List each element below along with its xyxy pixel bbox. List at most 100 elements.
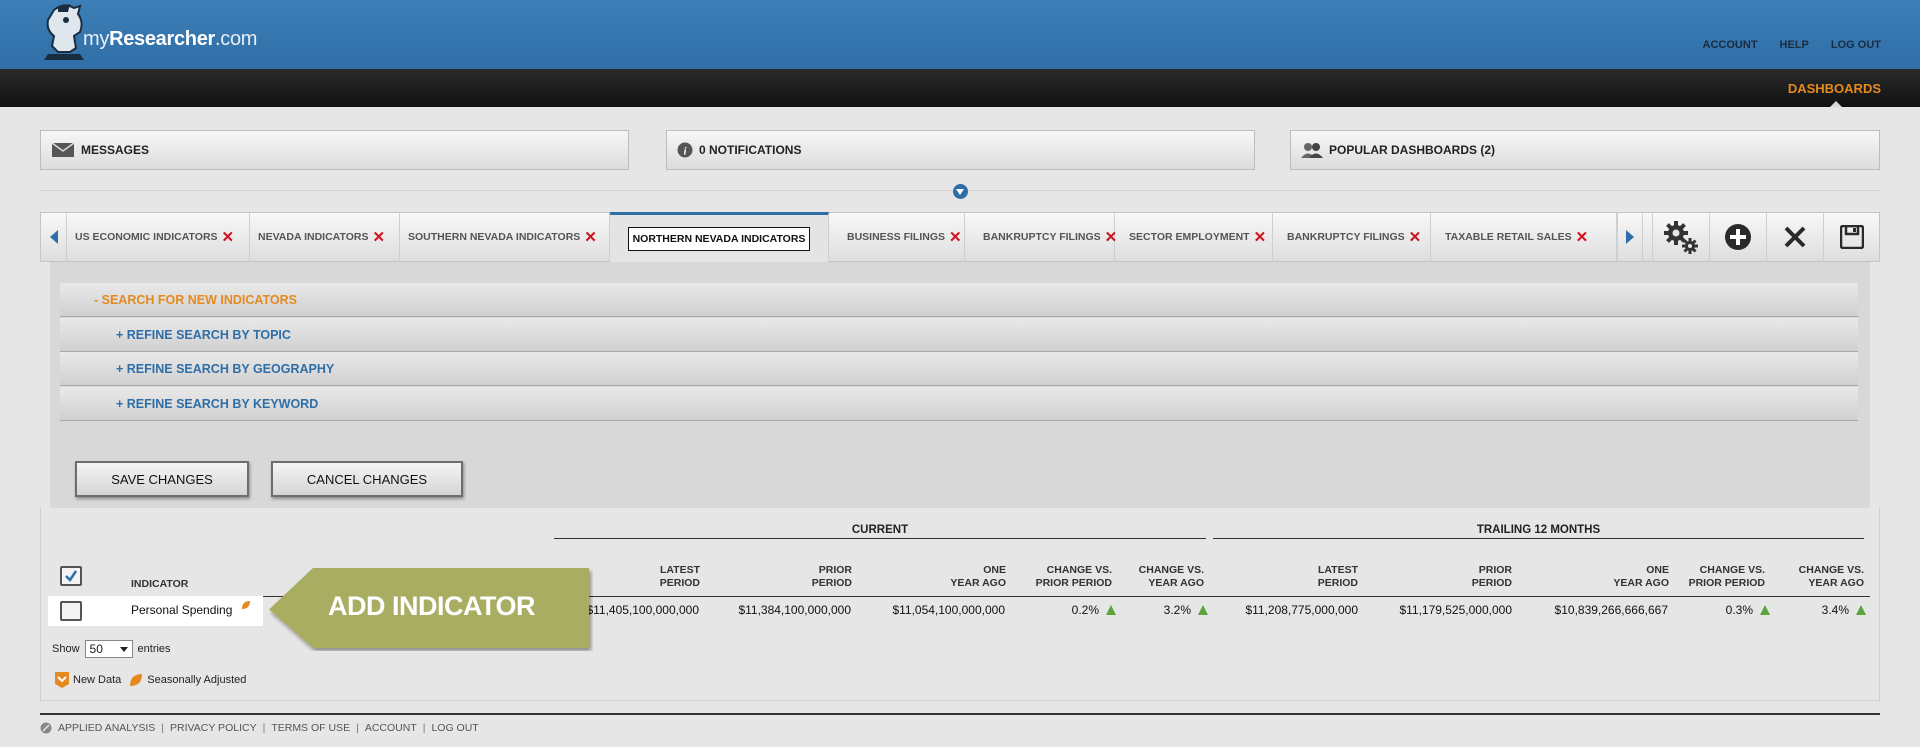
new-data-badge-icon [55,672,69,688]
trailing-change-prior-header: CHANGE VS. PRIOR PERIOD [1688,564,1765,589]
messages-label: MESSAGES [81,143,150,157]
footer-privacy-link[interactable]: PRIVACY POLICY [170,722,257,734]
help-link[interactable]: HELP [1780,39,1809,51]
tabs-scroll-right-button[interactable] [1617,213,1643,261]
entries-label: entries [137,643,171,655]
check-icon [65,570,78,582]
main-nav-bar [0,69,1920,107]
researcher-dog-logo-icon[interactable] [40,2,88,64]
dashboard-tab-bar: US ECONOMIC INDICATORS ✕ NEVADA INDICATOR… [40,212,1880,262]
footer-applied-analysis-link[interactable]: APPLIED ANALYSIS [58,722,155,734]
floppy-disk-icon [1840,225,1864,249]
tab-southern-nevada-indicators[interactable]: SOUTHERN NEVADA INDICATORS ✕ [400,213,610,261]
row-select-checkbox[interactable] [60,601,82,621]
messages-panel[interactable]: MESSAGES [40,130,629,170]
tab-label: US ECONOMIC INDICATORS [75,231,218,243]
tab-nevada-indicators[interactable]: NEVADA INDICATORS ✕ [250,213,400,261]
close-tab-icon[interactable]: ✕ [949,230,962,245]
popular-dashboards-panel[interactable]: POPULAR DASHBOARDS (2) [1290,130,1880,170]
brand-name[interactable]: myResearcher.com [83,28,257,51]
tab-taxable-retail-sales[interactable]: TAXABLE RETAIL SALES ✕ [1431,213,1617,261]
cancel-changes-button[interactable]: CANCEL CHANGES [271,461,463,497]
tab-label: NORTHERN NEVADA INDICATORS [627,226,811,251]
footer-account-link[interactable]: ACCOUNT [365,722,417,734]
add-dashboard-button[interactable] [1709,213,1766,261]
logout-link[interactable]: LOG OUT [1831,39,1881,51]
dashboards-link[interactable]: DASHBOARDS [1788,81,1881,96]
entries-select[interactable]: 50 [84,640,133,658]
close-tab-icon[interactable]: ✕ [584,230,597,245]
footer-separator: | [161,722,165,734]
tab-bankruptcy-filings[interactable]: BANKRUPTCY FILINGS ✕ [965,213,1117,261]
close-tab-icon[interactable]: ✕ [1576,230,1589,245]
trailing-prior-cell: $11,179,525,000,000 [1399,603,1512,617]
current-year-ago-cell: $11,054,100,000,000 [892,603,1005,617]
current-change-year-cell: 3.2% [1112,603,1208,617]
current-group-rule [554,538,1206,539]
footer-separator: | [356,722,359,734]
site-header: myResearcher.com ACCOUNT HELP LOG OUT [0,0,1920,69]
dashboard-settings-button[interactable] [1652,213,1709,261]
current-change-prior-cell: 0.2% [1020,603,1116,617]
indicator-name-cell[interactable]: Personal Spending [131,603,232,617]
expand-panels-icon[interactable] [953,184,968,199]
plus-circle-icon [1725,224,1751,250]
refine-by-topic-toggle[interactable]: + REFINE SEARCH BY TOPIC [60,318,1858,352]
current-prior-cell: $11,384,100,000,000 [738,603,851,617]
tab-label: SOUTHERN NEVADA INDICATORS [408,231,581,243]
footer-terms-link[interactable]: TERMS OF USE [271,722,350,734]
close-tab-icon[interactable]: ✕ [372,230,385,245]
tab-business-filings[interactable]: BUSINESS FILINGS ✕ [829,213,965,261]
seasonally-adjusted-icon [130,674,143,686]
trailing-change-prior-cell: 0.3% [1674,603,1770,617]
tab-label: TAXABLE RETAIL SALES [1445,231,1572,243]
save-changes-button[interactable]: SAVE CHANGES [75,461,249,497]
tab-label: NEVADA INDICATORS [258,231,369,243]
top-nav: ACCOUNT HELP LOG OUT [1703,39,1881,51]
account-link[interactable]: ACCOUNT [1703,39,1758,51]
footer-logout-link[interactable]: LOG OUT [431,722,478,734]
tab-bankruptcy-filings-2[interactable]: BANKRUPTCY FILINGS ✕ [1273,213,1431,261]
show-entries-control: Show 50 entries [52,640,171,658]
current-latest-header: LATEST PERIOD [659,564,700,589]
current-prior-header: PRIOR PERIOD [811,564,852,589]
trailing-group-header: TRAILING 12 MONTHS [1476,524,1601,536]
search-new-indicators-toggle[interactable]: - SEARCH FOR NEW INDICATORS [60,283,1858,317]
tabs-scroll-left-button[interactable] [41,213,67,261]
tab-sector-employment[interactable]: SECTOR EMPLOYMENT ✕ [1115,213,1273,261]
trailing-change-year-header: CHANGE VS. YEAR AGO [1798,564,1864,589]
close-icon [1784,226,1806,248]
close-tab-icon[interactable]: ✕ [1409,230,1422,245]
trailing-change-year-cell: 3.4% [1770,603,1866,617]
refine-by-geography-toggle[interactable]: + REFINE SEARCH BY GEOGRAPHY [60,352,1858,386]
new-data-label: New Data [73,674,122,686]
footer-nav: APPLIED ANALYSIS | PRIVACY POLICY | TERMS … [40,722,479,734]
footer-rule [40,713,1880,715]
trailing-prior-header: PRIOR PERIOD [1471,564,1512,589]
show-label: Show [52,643,80,655]
envelope-icon [51,142,75,157]
refine-by-keyword-toggle[interactable]: + REFINE SEARCH BY KEYWORD [60,387,1858,421]
close-tab-icon[interactable]: ✕ [222,230,235,245]
current-group-header: CURRENT [851,524,909,536]
trailing-year-ago-cell: $10,839,266,666,667 [1554,603,1668,617]
footer-separator: | [422,722,426,734]
delete-dashboard-button[interactable] [1766,213,1823,261]
active-nav-caret [1830,101,1842,107]
notifications-label: 0 NOTIFICATIONS [699,143,802,157]
up-arrow-icon [1198,605,1208,615]
notifications-panel[interactable]: i 0 NOTIFICATIONS [666,130,1255,170]
up-arrow-icon [1856,605,1866,615]
current-change-year-header: CHANGE VS. YEAR AGO [1138,564,1204,589]
close-tab-icon[interactable]: ✕ [1254,230,1267,245]
select-all-checkbox[interactable] [60,566,82,586]
indicator-column-header: INDICATOR [131,578,189,590]
popular-dashboards-label: POPULAR DASHBOARDS (2) [1329,143,1496,157]
caret-right-icon [1626,230,1634,244]
save-dashboard-button[interactable] [1823,213,1880,261]
table-legend: New Data Seasonally Adjusted [55,672,246,688]
tab-us-economic-indicators[interactable]: US ECONOMIC INDICATORS ✕ [67,213,250,261]
tab-northern-nevada-indicators[interactable]: NORTHERN NEVADA INDICATORS [610,212,829,262]
current-year-ago-header: ONE YEAR AGO [950,564,1006,589]
info-icon: i [677,142,693,158]
